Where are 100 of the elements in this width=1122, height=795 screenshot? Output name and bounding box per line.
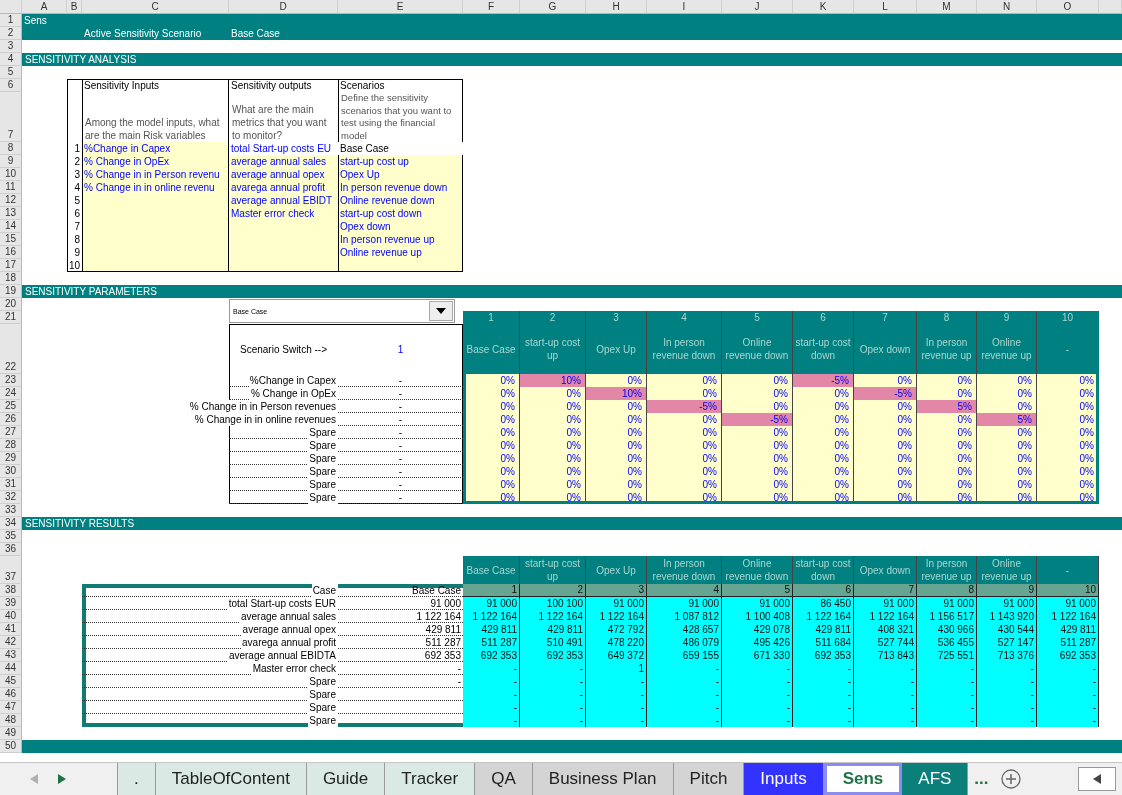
- row-header[interactable]: 8: [0, 142, 22, 155]
- row-header[interactable]: 47: [0, 701, 22, 714]
- row-header[interactable]: 20: [0, 298, 22, 311]
- row-header[interactable]: 44: [0, 662, 22, 675]
- table-cell: 0%: [722, 387, 793, 400]
- column-header[interactable]: J: [722, 0, 793, 14]
- row-header[interactable]: 25: [0, 400, 22, 413]
- sheet-tab[interactable]: AFS: [902, 763, 969, 795]
- row-header[interactable]: 5: [0, 66, 22, 79]
- row-header[interactable]: 42: [0, 636, 22, 649]
- row-header[interactable]: 9: [0, 155, 22, 168]
- row-header[interactable]: 22: [0, 324, 22, 374]
- column-header[interactable]: I: [647, 0, 722, 14]
- row-header[interactable]: 10: [0, 168, 22, 181]
- scroll-right-icon[interactable]: [58, 774, 66, 784]
- column-header[interactable]: E: [338, 0, 463, 14]
- table-cell: 0%: [917, 465, 977, 478]
- sheet-tab[interactable]: QA: [475, 763, 533, 795]
- row-header[interactable]: 37: [0, 556, 22, 584]
- column-header[interactable]: D: [229, 0, 338, 14]
- row-header[interactable]: 49: [0, 727, 22, 740]
- row-header[interactable]: 2: [0, 27, 22, 40]
- table-cell: -: [793, 675, 854, 688]
- row-header[interactable]: 35: [0, 530, 22, 543]
- row-header[interactable]: 31: [0, 478, 22, 491]
- column-header[interactable]: A: [22, 0, 67, 14]
- row-header[interactable]: 1: [0, 14, 22, 27]
- scroll-left-icon[interactable]: [1093, 774, 1101, 784]
- column-header[interactable]: F: [463, 0, 520, 14]
- row-header[interactable]: 28: [0, 439, 22, 452]
- header-strip: [1099, 0, 1122, 14]
- row-header[interactable]: 4: [0, 53, 22, 66]
- more-tabs-button[interactable]: ...: [968, 763, 995, 795]
- row-header[interactable]: 23: [0, 374, 22, 387]
- sheet-tab[interactable]: TableOfContent: [155, 763, 307, 795]
- column-header[interactable]: O: [1037, 0, 1099, 14]
- row-header[interactable]: 30: [0, 465, 22, 478]
- table-cell: 0%: [917, 387, 977, 400]
- row-header[interactable]: 18: [0, 272, 22, 285]
- row-header[interactable]: 36: [0, 543, 22, 556]
- row-header[interactable]: 19: [0, 285, 22, 298]
- row-header[interactable]: 46: [0, 688, 22, 701]
- row-header[interactable]: 32: [0, 491, 22, 504]
- parameter-base: -: [397, 374, 404, 387]
- table-cell: -: [463, 701, 520, 714]
- horizontal-scrollbar[interactable]: [1078, 767, 1116, 791]
- row-header[interactable]: 16: [0, 246, 22, 259]
- table-cell: -5%: [854, 387, 917, 400]
- row-header[interactable]: 3: [0, 40, 22, 53]
- table-cell: 511 287: [463, 636, 520, 649]
- row-header[interactable]: 34: [0, 517, 22, 530]
- table-cell: 0%: [854, 478, 917, 491]
- case-value: Base Case: [411, 584, 462, 597]
- table-cell: 0%: [586, 478, 647, 491]
- sheet-tab[interactable]: Inputs: [744, 763, 824, 795]
- column-header[interactable]: C: [82, 0, 229, 14]
- table-cell: 0%: [463, 465, 520, 478]
- row-index: 5: [73, 194, 81, 207]
- row-header[interactable]: 43: [0, 649, 22, 662]
- sheet-tab[interactable]: Guide: [306, 763, 386, 795]
- row-header[interactable]: 45: [0, 675, 22, 688]
- row-header[interactable]: 39: [0, 597, 22, 610]
- sheet-tab[interactable]: Business Plan: [532, 763, 674, 795]
- row-header[interactable]: 27: [0, 426, 22, 439]
- sheet-tab[interactable]: Sens: [823, 763, 903, 795]
- table-cell: 91 000: [463, 597, 520, 610]
- column-header[interactable]: H: [586, 0, 647, 14]
- row-header[interactable]: 21: [0, 311, 22, 324]
- row-header[interactable]: 48: [0, 714, 22, 727]
- row-header[interactable]: 6: [0, 79, 22, 92]
- column-header[interactable]: B: [67, 0, 82, 14]
- row-header[interactable]: 29: [0, 452, 22, 465]
- sheet-tab[interactable]: Tracker: [385, 763, 476, 795]
- sheet-tab[interactable]: Pitch: [673, 763, 745, 795]
- column-header[interactable]: G: [520, 0, 586, 14]
- column-header[interactable]: N: [977, 0, 1037, 14]
- row-header[interactable]: 15: [0, 233, 22, 246]
- table-cell: 0%: [722, 426, 793, 439]
- row-header[interactable]: 33: [0, 504, 22, 517]
- row-header[interactable]: 50: [0, 740, 22, 753]
- table-cell: 0%: [647, 465, 722, 478]
- column-header[interactable]: K: [793, 0, 854, 14]
- sheet-tab[interactable]: .: [118, 763, 156, 795]
- row-header[interactable]: 41: [0, 623, 22, 636]
- row-header[interactable]: 40: [0, 610, 22, 623]
- row-header[interactable]: 14: [0, 220, 22, 233]
- row-header[interactable]: 24: [0, 387, 22, 400]
- row-header[interactable]: 26: [0, 413, 22, 426]
- row-header[interactable]: 11: [0, 181, 22, 194]
- row-header[interactable]: 7: [0, 92, 22, 142]
- row-header[interactable]: 17: [0, 259, 22, 272]
- add-sheet-icon[interactable]: [1000, 769, 1021, 789]
- column-header[interactable]: L: [854, 0, 917, 14]
- row-header[interactable]: 12: [0, 194, 22, 207]
- table-cell: 0%: [647, 374, 722, 387]
- row-header[interactable]: 13: [0, 207, 22, 220]
- table-cell: 91 000: [917, 597, 977, 610]
- scenario-name: start-up cost down: [339, 207, 423, 220]
- column-header[interactable]: M: [917, 0, 977, 14]
- row-header[interactable]: 38: [0, 584, 22, 597]
